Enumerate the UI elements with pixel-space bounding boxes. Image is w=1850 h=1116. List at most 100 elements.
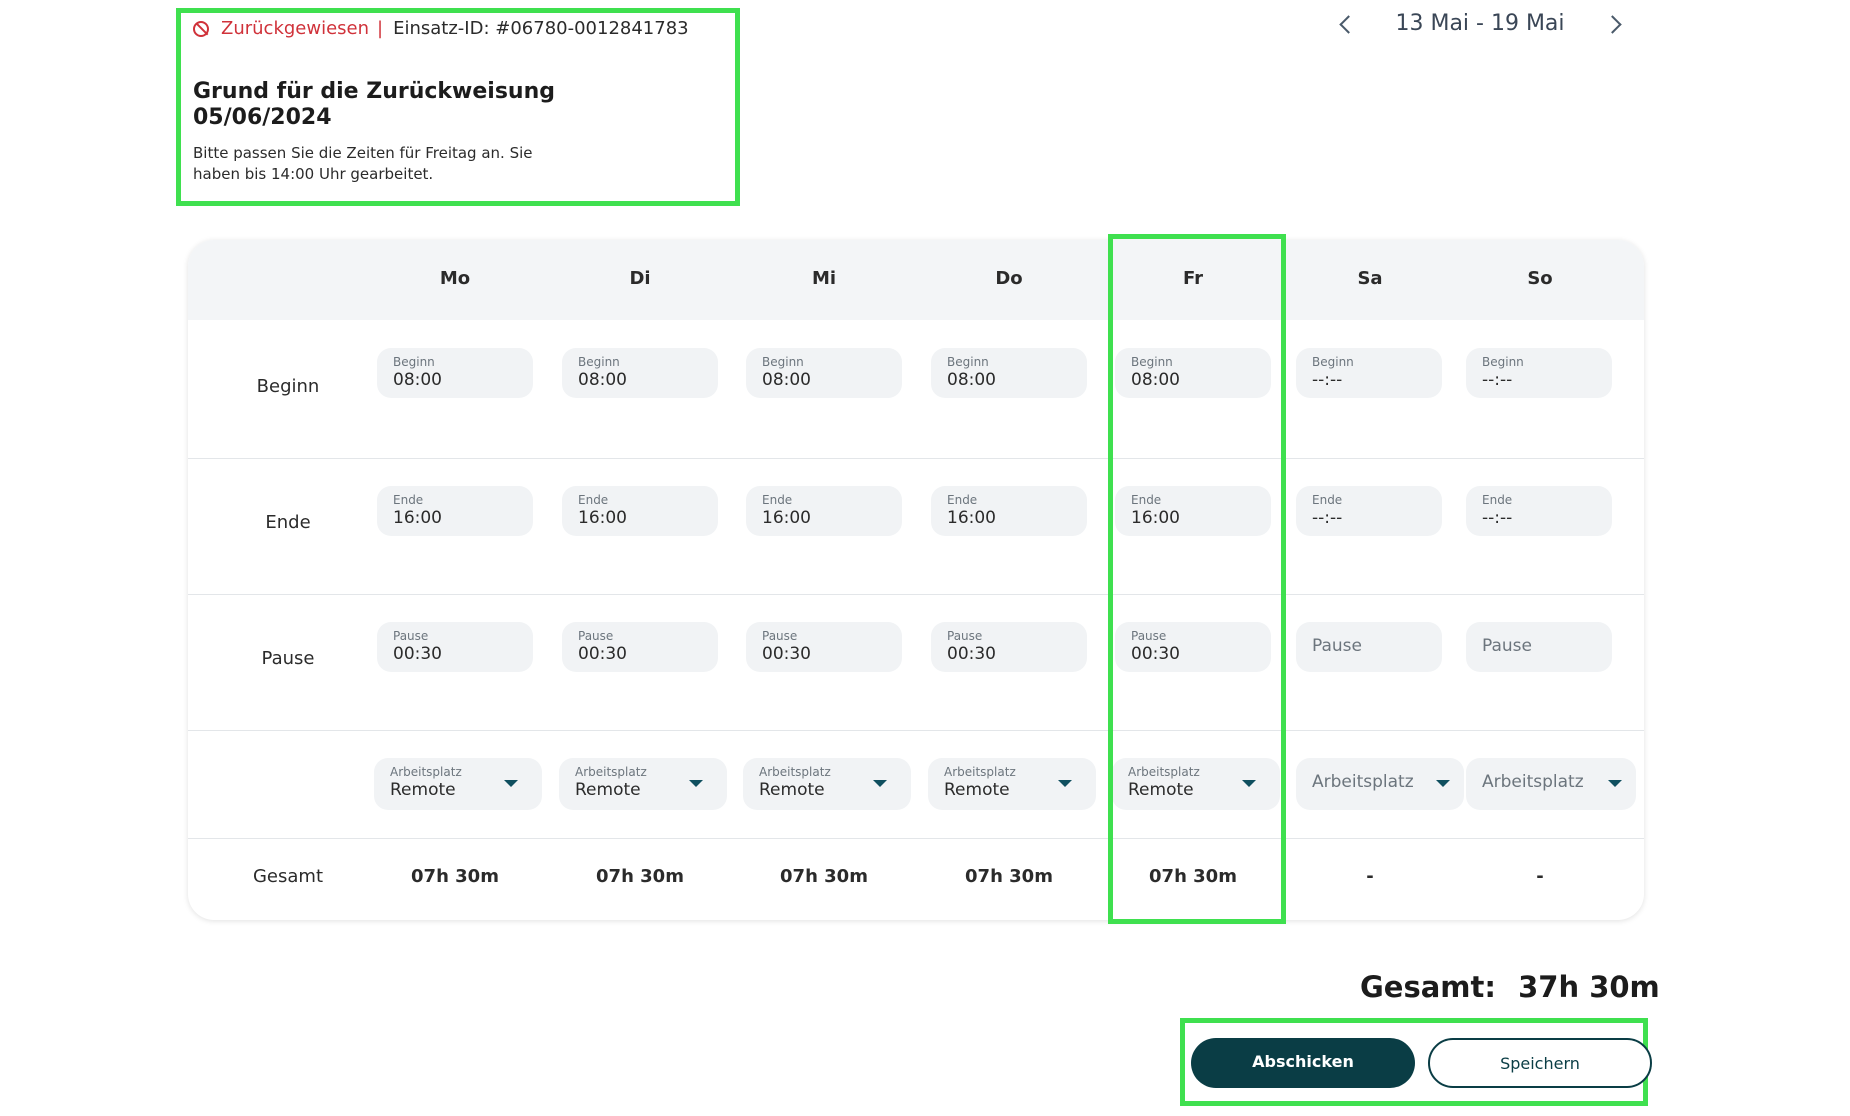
caret-down-icon — [1608, 780, 1622, 787]
week-total: Gesamt: 37h 30m — [1360, 970, 1660, 1004]
field-label: Arbeitsplatz — [759, 765, 831, 779]
field-label: Ende — [393, 493, 424, 507]
field-label: Ende — [1131, 493, 1162, 507]
field-placeholder: Arbeitsplatz — [1312, 772, 1414, 792]
day-total-mo: 07h 30m — [411, 866, 499, 887]
field-label: Beginn — [393, 355, 435, 369]
workplace-select-mo[interactable]: Arbeitsplatz Remote — [374, 758, 542, 810]
field-label: Beginn — [578, 355, 620, 369]
day-total-di: 07h 30m — [596, 866, 684, 887]
begin-field-sa[interactable]: Beginn --:-- — [1296, 348, 1442, 398]
pause-field-mo[interactable]: Pause 00:30 — [377, 622, 533, 672]
field-label: Ende — [762, 493, 793, 507]
field-label: Beginn — [1312, 355, 1354, 369]
field-value: 08:00 — [578, 370, 627, 390]
rejection-text: Bitte passen Sie die Zeiten für Freitag … — [193, 144, 533, 183]
day-header-mo: Mo — [439, 268, 471, 289]
end-field-so[interactable]: Ende --:-- — [1466, 486, 1612, 536]
field-value: 00:30 — [762, 644, 811, 664]
pause-field-fr[interactable]: Pause 00:30 — [1115, 622, 1271, 672]
field-value: 16:00 — [762, 508, 811, 528]
begin-field-di[interactable]: Beginn 08:00 — [562, 348, 718, 398]
status-line: Zurückgewiesen | Einsatz-ID: #06780-0012… — [193, 18, 689, 39]
field-value: 08:00 — [1131, 370, 1180, 390]
chevron-right-icon[interactable] — [1600, 8, 1630, 38]
field-label: Pause — [947, 629, 983, 643]
field-value: 16:00 — [947, 508, 996, 528]
field-value: Remote — [944, 780, 1010, 800]
caret-down-icon — [873, 780, 887, 787]
pause-field-di[interactable]: Pause 00:30 — [562, 622, 718, 672]
field-label: Ende — [1482, 493, 1513, 507]
pause-field-mi[interactable]: Pause 00:30 — [746, 622, 902, 672]
field-label: Beginn — [947, 355, 989, 369]
end-field-mo[interactable]: Ende 16:00 — [377, 486, 533, 536]
field-label: Beginn — [762, 355, 804, 369]
workplace-select-mi[interactable]: Arbeitsplatz Remote — [743, 758, 911, 810]
row-label-total: Gesamt — [252, 866, 324, 887]
einsatz-id: Einsatz-ID: #06780-0012841783 — [393, 18, 689, 39]
day-total-so: - — [1536, 866, 1544, 887]
row-divider — [188, 594, 1644, 595]
workplace-select-so[interactable]: Arbeitsplatz — [1466, 758, 1636, 810]
field-value: --:-- — [1312, 508, 1343, 528]
day-total-mi: 07h 30m — [780, 866, 868, 887]
workplace-select-sa[interactable]: Arbeitsplatz — [1296, 758, 1464, 810]
field-placeholder: Pause — [1312, 636, 1362, 656]
submit-button[interactable]: Abschicken — [1191, 1038, 1415, 1088]
day-header-do: Do — [995, 268, 1023, 289]
field-value: 16:00 — [578, 508, 627, 528]
begin-field-fr[interactable]: Beginn 08:00 — [1115, 348, 1271, 398]
end-field-fr[interactable]: Ende 16:00 — [1115, 486, 1271, 536]
end-field-sa[interactable]: Ende --:-- — [1296, 486, 1442, 536]
begin-field-mi[interactable]: Beginn 08:00 — [746, 348, 902, 398]
caret-down-icon — [504, 780, 518, 787]
row-label-begin: Beginn — [256, 376, 320, 397]
ban-icon — [193, 20, 209, 37]
status-separator: | — [377, 18, 384, 39]
day-header-mi: Mi — [811, 268, 837, 289]
begin-field-do[interactable]: Beginn 08:00 — [931, 348, 1087, 398]
field-value: --:-- — [1312, 370, 1343, 390]
field-label: Pause — [393, 629, 429, 643]
end-field-mi[interactable]: Ende 16:00 — [746, 486, 902, 536]
save-button[interactable]: Speichern — [1428, 1038, 1652, 1088]
day-total-sa: - — [1366, 866, 1374, 887]
field-value: Remote — [390, 780, 456, 800]
day-header-fr: Fr — [1182, 268, 1204, 289]
day-total-fr: 07h 30m — [1149, 866, 1237, 887]
field-label: Ende — [1312, 493, 1343, 507]
field-label: Pause — [578, 629, 614, 643]
field-value: Remote — [575, 780, 641, 800]
end-field-do[interactable]: Ende 16:00 — [931, 486, 1087, 536]
begin-field-mo[interactable]: Beginn 08:00 — [377, 348, 533, 398]
timesheet-card: Beginn Ende Pause Gesamt Mo Beginn 08:00… — [188, 240, 1644, 920]
field-value: 08:00 — [947, 370, 996, 390]
pause-field-sa[interactable]: Pause — [1296, 622, 1442, 672]
day-header-di: Di — [629, 268, 651, 289]
field-label: Arbeitsplatz — [390, 765, 462, 779]
field-label: Ende — [578, 493, 609, 507]
workplace-select-do[interactable]: Arbeitsplatz Remote — [928, 758, 1096, 810]
field-value: 00:30 — [393, 644, 442, 664]
field-value: --:-- — [1482, 370, 1513, 390]
workplace-select-fr[interactable]: Arbeitsplatz Remote — [1112, 758, 1280, 810]
caret-down-icon — [1242, 780, 1256, 787]
rejection-info-box: Zurückgewiesen | Einsatz-ID: #06780-0012… — [176, 8, 740, 206]
end-field-di[interactable]: Ende 16:00 — [562, 486, 718, 536]
workplace-select-di[interactable]: Arbeitsplatz Remote — [559, 758, 727, 810]
status-label: Zurückgewiesen — [221, 18, 370, 39]
chevron-left-icon[interactable] — [1330, 8, 1360, 38]
field-label: Arbeitsplatz — [944, 765, 1016, 779]
field-label: Beginn — [1131, 355, 1173, 369]
row-label-pause: Pause — [261, 648, 315, 669]
pause-field-do[interactable]: Pause 00:30 — [931, 622, 1087, 672]
caret-down-icon — [1436, 780, 1450, 787]
field-value: 00:30 — [1131, 644, 1180, 664]
row-label-end: Ende — [265, 512, 311, 533]
field-label: Arbeitsplatz — [1128, 765, 1200, 779]
pause-field-so[interactable]: Pause — [1466, 622, 1612, 672]
field-value: 16:00 — [1131, 508, 1180, 528]
field-label: Beginn — [1482, 355, 1524, 369]
begin-field-so[interactable]: Beginn --:-- — [1466, 348, 1612, 398]
